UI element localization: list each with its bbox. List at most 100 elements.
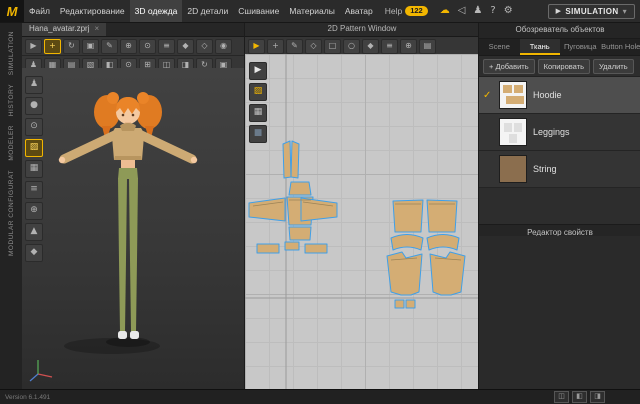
pin-tool-icon[interactable]: ⊙ — [139, 39, 156, 54]
layout-2d-window-icon[interactable]: ◨ — [590, 391, 605, 403]
sleeve-left — [64, 134, 117, 159]
object-browser-panel: Обозреватель объектов SceneТканьПуговица… — [478, 22, 640, 390]
dart-tool-icon[interactable]: ◆ — [362, 39, 379, 54]
user-account-icon[interactable]: ♟ — [473, 5, 482, 17]
sewing-2d-icon[interactable]: ⊕ — [400, 39, 417, 54]
pattern-piece-yoke-left[interactable] — [391, 235, 423, 251]
add-point-icon[interactable]: ✎ — [286, 39, 303, 54]
pattern-piece-small-left[interactable] — [395, 300, 404, 308]
polygon-tool-icon[interactable]: ◇ — [305, 39, 322, 54]
hoodie-patterns[interactable] — [249, 141, 337, 253]
hoodie-thumbnail[interactable] — [499, 81, 527, 109]
rail-tab-modeler[interactable]: MODELER — [8, 125, 15, 161]
circle-tool-icon[interactable]: ○ — [343, 39, 360, 54]
notification-badge[interactable]: 122 — [405, 6, 428, 16]
menu-3d-garment[interactable]: 3D одежда — [130, 0, 183, 22]
pattern-piece-upper-left[interactable] — [393, 200, 423, 232]
pattern-canvas[interactable]: ▶ ▨ ▦ ■ — [245, 54, 479, 390]
fabric-row-hoodie[interactable]: ✓Hoodie — [479, 77, 640, 114]
select-tool-icon[interactable]: ▶ — [25, 39, 42, 54]
pattern-piece-cuff-left[interactable] — [257, 244, 279, 253]
avatar-pose-icon[interactable]: ♟ — [25, 76, 43, 94]
scale-gizmo-icon[interactable]: ▣ — [82, 39, 99, 54]
toolbar3d-row1: ▶+↻▣✎⊕⊙≡◆◇◉ — [22, 37, 244, 56]
fabric-swatch-icon[interactable]: ▨ — [249, 83, 267, 101]
menu-materials[interactable]: Материалы — [284, 0, 340, 22]
pressure-view-icon[interactable]: ⊕ — [25, 202, 43, 220]
add-fabric-button[interactable]: + Добавить — [483, 59, 535, 74]
help-circle-icon[interactable]: ? — [490, 5, 495, 17]
pattern-outline-icon[interactable]: ▦ — [249, 104, 267, 122]
pattern-piece-waistband[interactable] — [285, 242, 299, 250]
hand-tool-icon[interactable]: ◇ — [196, 39, 213, 54]
swatch-thumbnail[interactable] — [499, 155, 527, 183]
pattern-piece-yoke[interactable] — [289, 182, 311, 195]
pen-tool-icon[interactable]: ✎ — [101, 39, 118, 54]
rail-tab-simulation[interactable]: SIMULATION — [8, 31, 15, 75]
rail-tab-history[interactable]: HISTORY — [8, 84, 15, 116]
app-logo[interactable]: M — [0, 0, 24, 22]
fold-tool-icon[interactable]: ◆ — [177, 39, 194, 54]
safety-view-icon[interactable]: ◆ — [25, 244, 43, 262]
fabric-view-icon[interactable]: ▨ — [25, 139, 43, 157]
delete-fabric-button[interactable]: Удалить — [593, 59, 634, 74]
stitch-view-icon[interactable]: ≡ — [25, 181, 43, 199]
texture-2d-icon[interactable]: ■ — [249, 125, 267, 143]
menu-avatar[interactable]: Аватар — [340, 0, 378, 22]
pattern-piece-leg-right[interactable] — [430, 252, 465, 295]
transform-pattern-icon[interactable]: ▶ — [248, 39, 265, 54]
rail-tab-modular-configurator[interactable]: MODULAR CONFIGURATOR — [8, 170, 15, 256]
mesh-view-icon[interactable]: ▦ — [25, 160, 43, 178]
move-gizmo-icon[interactable]: + — [44, 39, 61, 54]
viewport-3d[interactable]: ♟ ● ⊙ ▨ ▦ ≡ ⊕ ▲ ◆ — [22, 68, 244, 390]
menu-edit[interactable]: Редактирование — [55, 0, 130, 22]
cloud-sync-icon[interactable]: ☁ — [440, 5, 450, 17]
grading-icon[interactable]: ▤ — [419, 39, 436, 54]
select-2d-icon[interactable]: ▶ — [249, 62, 267, 80]
speaker-icon[interactable]: ◁ — [458, 5, 466, 17]
pattern-piece-leg-left[interactable] — [387, 252, 422, 295]
fabric-row-string[interactable]: String — [479, 151, 640, 188]
scene-tab[interactable]: Hana_avatar.zprj × — [22, 22, 106, 36]
tab-buttonhole[interactable]: Button Hole — [601, 39, 640, 55]
layout-both-windows-icon[interactable]: ◫ — [554, 391, 569, 403]
pattern-piece-hood-right[interactable] — [291, 141, 299, 178]
copy-fabric-button[interactable]: Копировать — [538, 59, 590, 74]
tab-fabric[interactable]: Ткань — [520, 39, 561, 55]
close-icon[interactable]: × — [94, 22, 99, 36]
rotate-gizmo-icon[interactable]: ↻ — [63, 39, 80, 54]
measure-tool-icon[interactable]: ≡ — [158, 39, 175, 54]
arrangement-points-icon[interactable]: ⊙ — [25, 118, 43, 136]
shoe-right — [130, 331, 139, 339]
layout-3d-window-icon[interactable]: ◧ — [572, 391, 587, 403]
rectangle-tool-icon[interactable]: □ — [324, 39, 341, 54]
show-avatar-toggle-icon[interactable]: ● — [25, 97, 43, 115]
edit-pattern-icon[interactable]: + — [267, 39, 284, 54]
help-menu[interactable]: Help — [378, 6, 405, 16]
sewing-tool-icon[interactable]: ⊕ — [120, 39, 137, 54]
tab-button[interactable]: Пуговица — [560, 39, 601, 55]
fabric-row-leggings[interactable]: Leggings — [479, 114, 640, 151]
settings-gear-icon[interactable]: ⚙ — [504, 5, 513, 17]
check-icon[interactable]: ✓ — [483, 90, 493, 101]
pattern-piece-small-right[interactable] — [406, 300, 415, 308]
pattern-piece-bodice-back[interactable] — [289, 227, 311, 240]
avatar-3d[interactable] — [59, 92, 197, 354]
pattern-piece-cuff-right[interactable] — [305, 244, 327, 253]
simulation-button[interactable]: ▶ SIMULATION ▾ — [548, 4, 635, 19]
leggings-patterns[interactable] — [387, 200, 465, 308]
internal-line-icon[interactable]: ≡ — [381, 39, 398, 54]
camera-tool-icon[interactable]: ◉ — [215, 39, 232, 54]
menu-file[interactable]: Файл — [24, 0, 55, 22]
pattern-piece-sleeve-right[interactable] — [301, 198, 337, 221]
menu-2d-pattern[interactable]: 2D детали — [182, 0, 233, 22]
leggings-thumbnail[interactable] — [499, 118, 527, 146]
pattern-piece-sleeve-left[interactable] — [249, 198, 285, 221]
tab-scene[interactable]: Scene — [479, 39, 520, 55]
object-browser-tabs: SceneТканьПуговицаButton Hole — [479, 39, 640, 56]
menu-sewing[interactable]: Сшивание — [233, 0, 284, 22]
pattern-piece-upper-right[interactable] — [427, 200, 457, 232]
pattern-piece-hood-left[interactable] — [283, 141, 291, 178]
tape-tool-icon[interactable]: ▲ — [25, 223, 43, 241]
pattern-piece-yoke-right[interactable] — [427, 235, 459, 251]
